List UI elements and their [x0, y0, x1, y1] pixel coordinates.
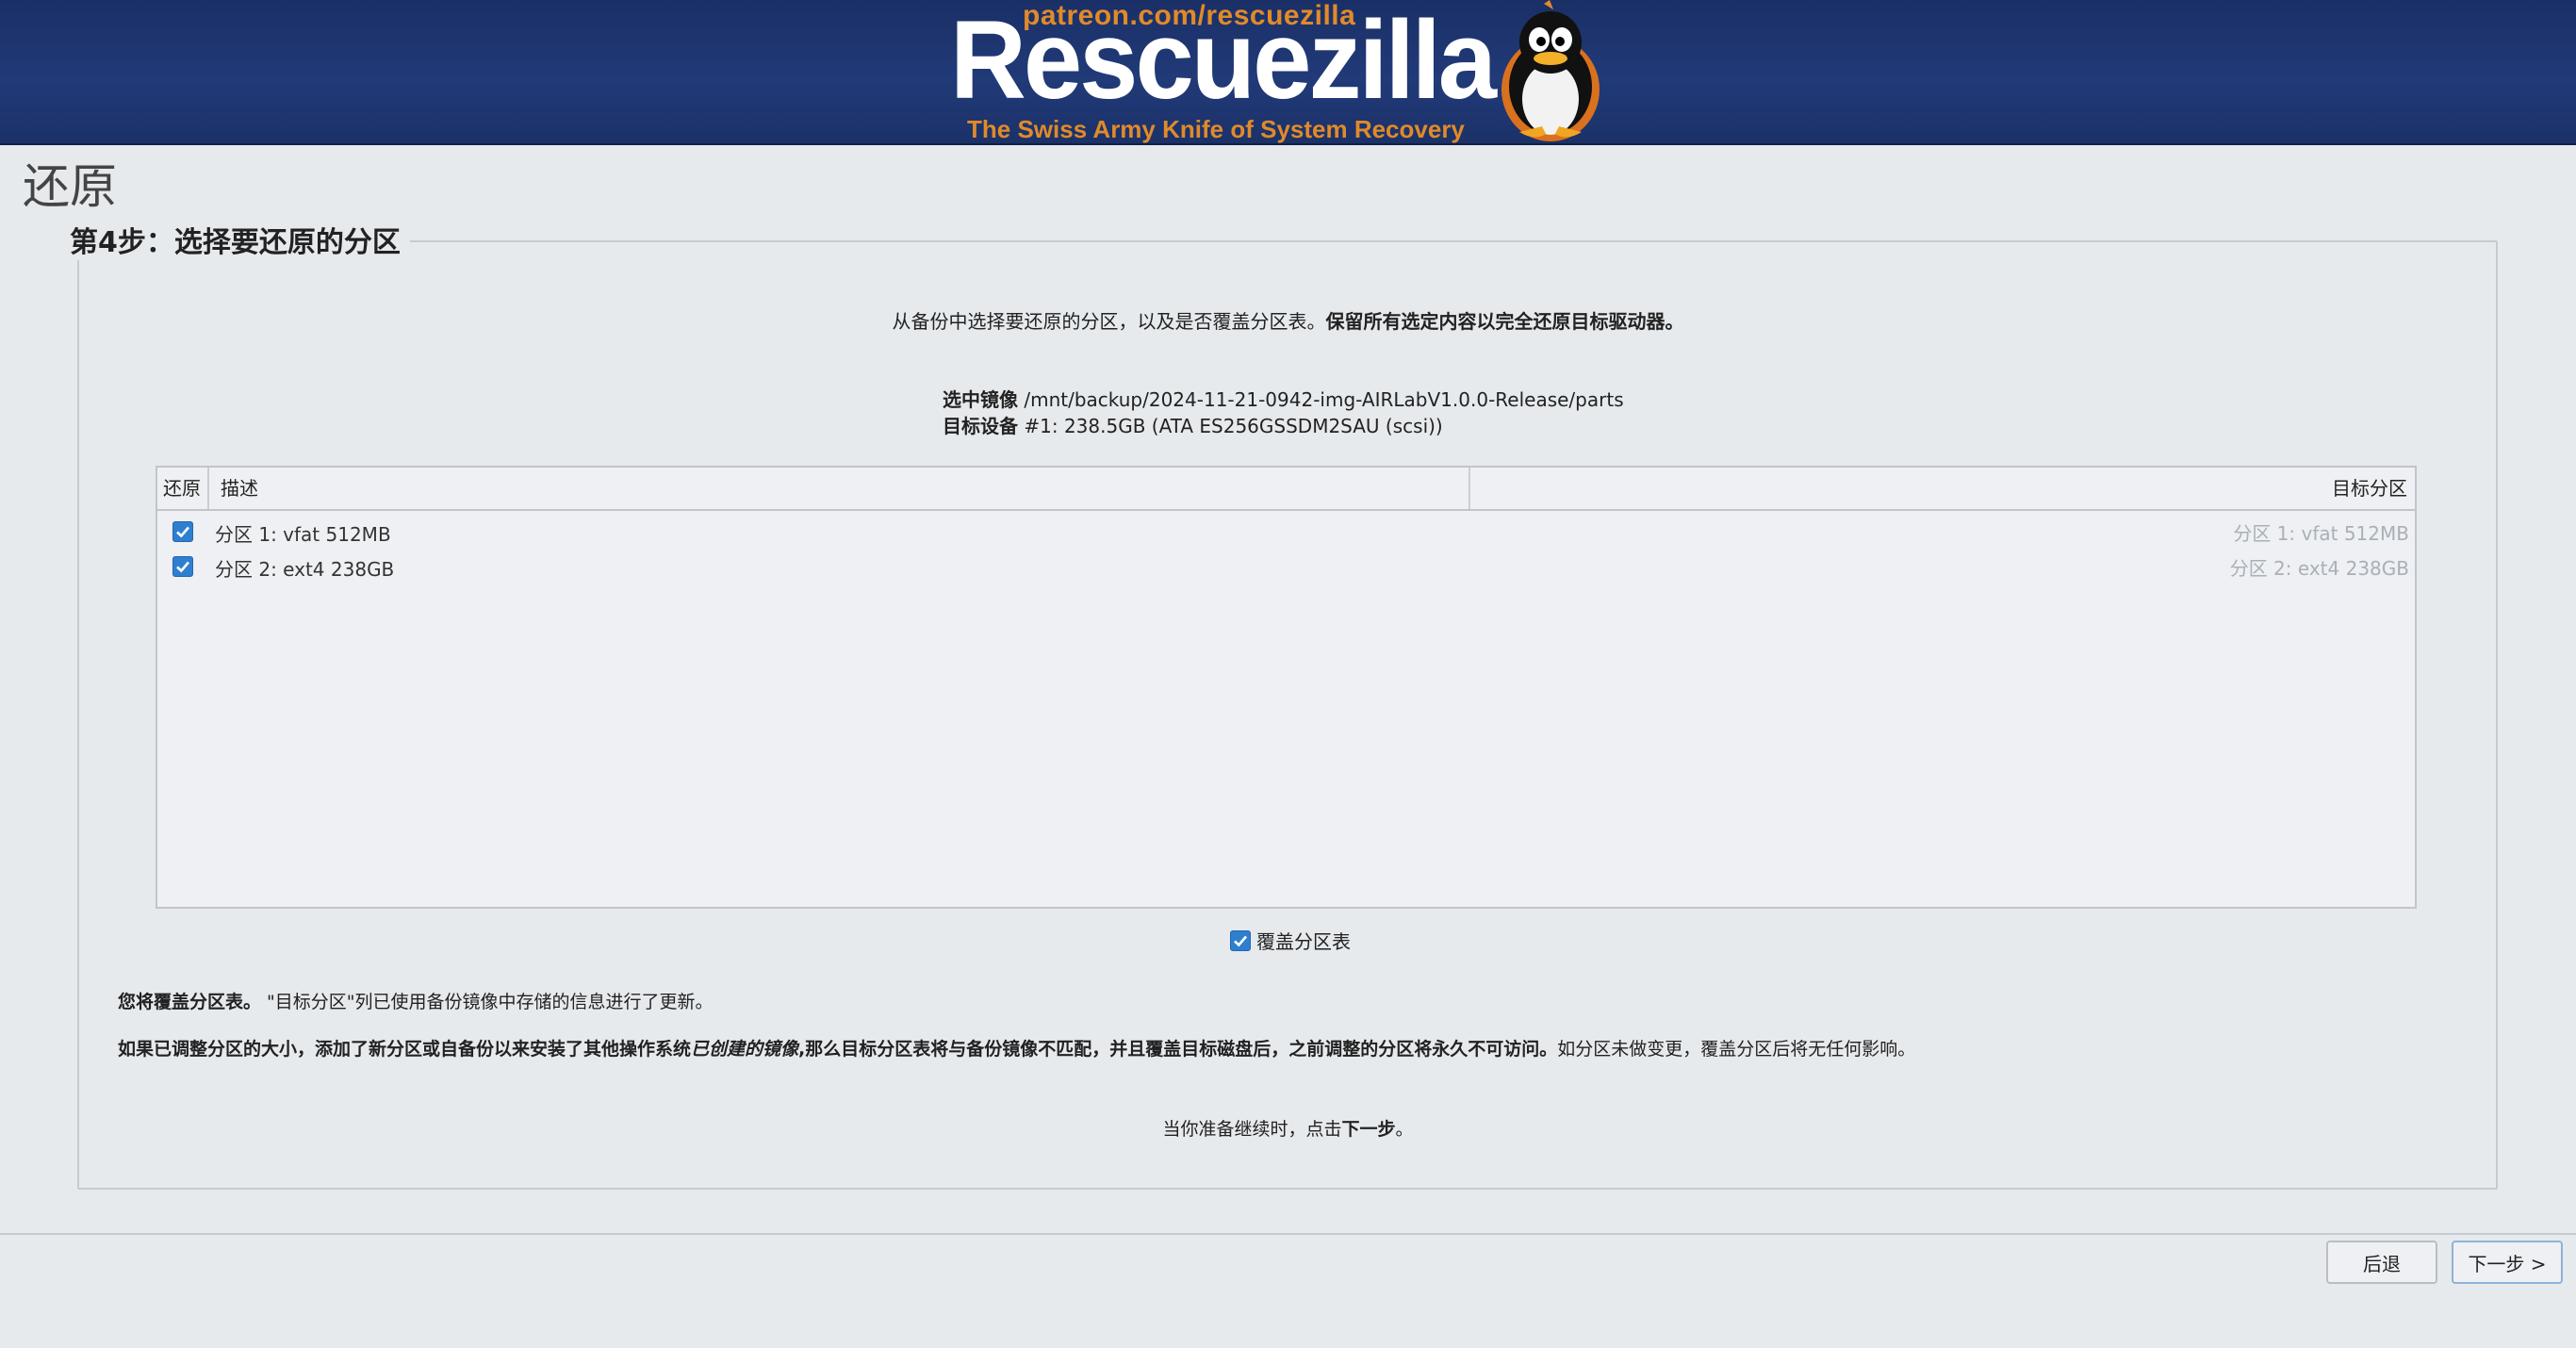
continue-hint-plain: 当你准备继续时，点击 [1162, 1119, 1342, 1140]
overwrite-partition-table-option[interactable]: 覆盖分区表 [1230, 927, 1351, 954]
selected-image-value: /mnt/backup/2024-11-21-0942-img-AIRLabV1… [1024, 388, 1624, 411]
warning-italic: 已创建的镜像 [691, 1039, 799, 1060]
step-heading: 第4步：选择要还原的分区 [60, 219, 410, 260]
overwrite-note: 您将覆盖分区表。 "目标分区"列已使用备份镜像中存储的信息进行了更新。 [118, 988, 714, 1013]
intro-plain: 从备份中选择要还原的分区，以及是否覆盖分区表。 [892, 310, 1326, 333]
back-button[interactable]: 后退 [2326, 1241, 2437, 1284]
app-banner: patreon.com/rescuezilla Rescuezilla The … [0, 0, 2576, 145]
selected-image-line: 选中镜像 /mnt/backup/2024-11-21-0942-img-AIR… [943, 386, 1624, 413]
continue-hint-bold: 下一步 [1341, 1119, 1396, 1140]
page-title: 还原 [23, 159, 117, 214]
selected-image-label: 选中镜像 [943, 388, 1018, 411]
target-device-label: 目标设备 [943, 415, 1018, 437]
overwrite-partition-table-label[interactable]: 覆盖分区表 [1256, 927, 1351, 954]
table-header: 还原 描述 目标分区 [157, 468, 2415, 511]
app-tagline: The Swiss Army Knife of System Recovery [967, 115, 1465, 143]
next-button[interactable]: 下一步 > [2452, 1241, 2563, 1284]
restore-checkbox-2[interactable] [172, 556, 193, 577]
penguin-mascot-icon [1501, 0, 1600, 141]
partition-description: 分区 2: ext4 238GB [215, 558, 395, 581]
partition-description: 分区 1: vfat 512MB [215, 523, 391, 546]
overwrite-note-bold: 您将覆盖分区表。 [118, 992, 262, 1012]
column-header-description[interactable]: 描述 [211, 468, 1470, 509]
footer-divider [0, 1233, 2576, 1235]
warning-note: 如果已调整分区的大小，添加了新分区或自备份以来安装了其他操作系统已创建的镜像,那… [118, 1035, 2455, 1060]
restore-checkbox-1[interactable] [172, 521, 193, 542]
warning-plain: 如分区未做变更，覆盖分区后将无任何影响。 [1557, 1039, 1916, 1060]
table-row[interactable]: 分区 2: ext4 238GB 分区 2: ext4 238GB [157, 550, 2415, 584]
continue-hint: 当你准备继续时，点击下一步。 [0, 1115, 2576, 1141]
overwrite-partition-table-checkbox[interactable] [1230, 929, 1251, 951]
target-partition: 分区 1: vfat 512MB [2233, 522, 2409, 545]
target-device-value: #1: 238.5GB (ATA ES256GSSDM2SAU (scsi)) [1024, 415, 1443, 437]
checkmark-icon [176, 526, 189, 538]
target-device-line: 目标设备 #1: 238.5GB (ATA ES256GSSDM2SAU (sc… [943, 413, 1624, 439]
column-header-restore[interactable]: 还原 [157, 468, 209, 509]
warning-bold-b: ,那么目标分区表将与备份镜像不匹配，并且覆盖目标磁盘后，之前调整的分区将永久不可… [798, 1039, 1558, 1060]
app-logo-text: Rescuezilla [950, 0, 1497, 123]
column-header-target[interactable]: 目标分区 [1472, 468, 2413, 509]
intro-bold: 保留所有选定内容以完全还原目标驱动器。 [1325, 310, 1684, 333]
checkmark-icon [1234, 935, 1247, 946]
continue-hint-end: 。 [1395, 1119, 1414, 1140]
target-partition: 分区 2: ext4 238GB [2229, 557, 2409, 580]
image-info: 选中镜像 /mnt/backup/2024-11-21-0942-img-AIR… [943, 386, 1624, 439]
intro-text: 从备份中选择要还原的分区，以及是否覆盖分区表。保留所有选定内容以完全还原目标驱动… [0, 306, 2576, 334]
partition-table: 还原 描述 目标分区 分区 1: vfat 512MB 分区 1: vfat 5… [156, 466, 2417, 909]
table-row[interactable]: 分区 1: vfat 512MB 分区 1: vfat 512MB [157, 515, 2415, 549]
checkmark-icon [176, 561, 189, 573]
warning-bold-a: 如果已调整分区的大小，添加了新分区或自备份以来安装了其他操作系统 [118, 1039, 692, 1060]
overwrite-note-plain: "目标分区"列已使用备份镜像中存储的信息进行了更新。 [261, 992, 714, 1012]
